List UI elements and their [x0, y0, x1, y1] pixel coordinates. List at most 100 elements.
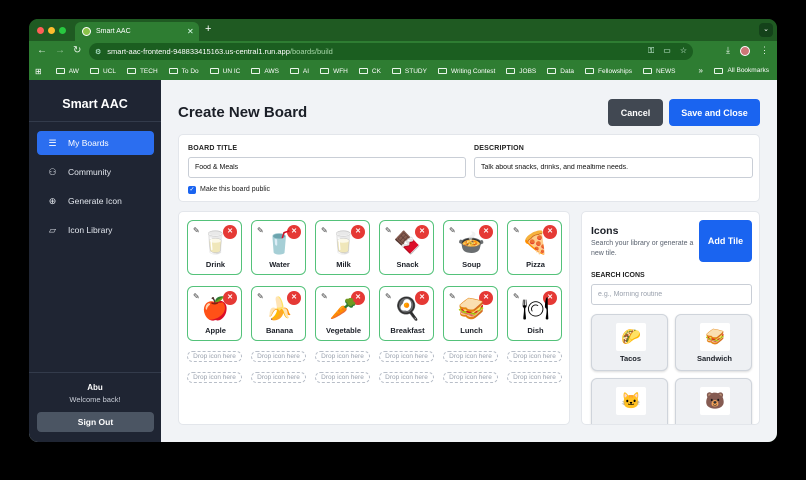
board-tile[interactable]: ✎ ✕ 🥛 Drink: [187, 220, 242, 275]
board-tile[interactable]: ✎ ✕ 🥛 Milk: [315, 220, 370, 275]
close-tab-icon[interactable]: ✕: [187, 27, 199, 36]
add-tile-button[interactable]: Add Tile: [699, 220, 752, 262]
menu-icon: ☰: [48, 137, 57, 148]
bookmark-label: JOBS: [519, 67, 537, 75]
bookmark-folder[interactable]: TECH: [126, 67, 158, 75]
bookmark-folder[interactable]: Writing Contest: [437, 68, 495, 75]
bookmarks-overflow-icon[interactable]: »: [699, 66, 703, 75]
profile-avatar-icon[interactable]: [740, 45, 750, 56]
icon-result-card[interactable]: 🌮 Tacos: [591, 314, 668, 371]
sign-out-button[interactable]: Sign Out: [37, 412, 154, 432]
sidebar-item-community[interactable]: ⚇ Community: [37, 160, 154, 184]
forward-icon[interactable]: →: [55, 45, 65, 57]
brand-title: Smart AAC: [62, 97, 128, 111]
app-body: Smart AAC ☰ My Boards ⚇ Community ⊕ Generate …: [29, 80, 777, 442]
board-tile[interactable]: ✎ ✕ 🍎 Apple: [187, 286, 242, 341]
bookmark-label: UN IC: [222, 67, 241, 75]
drop-zone[interactable]: Drop icon here: [251, 372, 306, 383]
url-path: /boards/build: [289, 47, 333, 56]
folder-icon: [642, 68, 652, 74]
drop-zone[interactable]: Drop icon here: [443, 351, 498, 362]
bookmark-folder[interactable]: Data: [547, 68, 574, 75]
close-window-button[interactable]: [37, 27, 44, 34]
bookmark-folder[interactable]: AWS: [251, 68, 279, 75]
bookmark-folder[interactable]: AW: [55, 68, 79, 75]
maximize-window-button[interactable]: [59, 27, 66, 34]
download-icon[interactable]: ⤓: [726, 45, 730, 56]
bookmarks-bar: ⊞ AW UCL TECH To Do UN IC AWS AI WFH CK STUDY Writ…: [29, 62, 777, 80]
tile-label: Water: [269, 260, 290, 269]
bookmark-label: STUDY: [404, 67, 427, 75]
drop-zone[interactable]: Drop icon here: [507, 372, 562, 383]
drop-zone[interactable]: Drop icon here: [315, 372, 370, 383]
bookmark-folder[interactable]: JOBS: [506, 68, 536, 75]
sidebar-item-generate-icon[interactable]: ⊕ Generate Icon: [37, 189, 154, 213]
back-icon[interactable]: ←: [37, 45, 47, 57]
tile-image: 🍽: [521, 296, 550, 321]
drop-zone[interactable]: Drop icon here: [187, 372, 242, 383]
drop-zone[interactable]: Drop icon here: [443, 372, 498, 383]
url-bar[interactable]: ⚙ smart-aac-frontend-948833415163.us-cen…: [89, 43, 693, 60]
folder-icon: [506, 68, 516, 74]
folder-icon: [55, 68, 65, 74]
icon-result-card[interactable]: 🐱: [591, 378, 668, 424]
save-and-close-button[interactable]: Save and Close: [669, 99, 760, 126]
all-bookmarks-label: All Bookmarks: [727, 67, 769, 74]
bookmark-folder[interactable]: NEWS: [642, 68, 675, 75]
board-tile[interactable]: ✎ ✕ 🍫 Snack: [379, 220, 434, 275]
icon-result-card[interactable]: 🥪 Sandwich: [675, 314, 752, 371]
sidebar-item-my-boards[interactable]: ☰ My Boards: [37, 131, 154, 155]
sidebar-item-label: Icon Library: [68, 225, 113, 235]
bookmark-folder[interactable]: UCL: [89, 68, 116, 75]
cancel-button[interactable]: Cancel: [608, 99, 663, 126]
bookmark-folder[interactable]: Fellowships: [585, 68, 632, 75]
folder-icon: [251, 68, 261, 74]
browser-menu-icon[interactable]: ⋮: [760, 45, 769, 56]
folder-icon: [168, 68, 178, 74]
site-info-icon[interactable]: ⚙: [95, 48, 101, 56]
board-tile[interactable]: ✎ ✕ 🍽 Dish: [507, 286, 562, 341]
board-tile[interactable]: ✎ ✕ 🥪 Lunch: [443, 286, 498, 341]
cast-icon[interactable]: ▭: [663, 46, 671, 56]
icons-panel: Icons Search your library or generate a …: [581, 211, 760, 425]
browser-tab[interactable]: Smart AAC ✕: [75, 22, 199, 41]
password-key-icon[interactable]: ⚿: [648, 46, 654, 56]
bookmark-folder[interactable]: WFH: [320, 68, 348, 75]
tile-image: 🥛: [329, 230, 358, 255]
board-tile[interactable]: ✎ ✕ 🍌 Banana: [251, 286, 306, 341]
sidebar-item-icon-library[interactable]: ▱ Icon Library: [37, 218, 154, 242]
drop-zone[interactable]: Drop icon here: [379, 372, 434, 383]
folder-icon: [358, 68, 368, 74]
board-tile[interactable]: ✎ ✕ 🥤 Water: [251, 220, 306, 275]
bookmark-folder[interactable]: To Do: [168, 68, 199, 75]
drop-zone[interactable]: Drop icon here: [379, 351, 434, 362]
board-tile[interactable]: ✎ ✕ 🍲 Soup: [443, 220, 498, 275]
bookmark-folder[interactable]: AI: [289, 68, 309, 75]
bookmark-star-icon[interactable]: ☆: [680, 46, 687, 56]
new-tab-icon[interactable]: +: [205, 23, 211, 35]
board-tile[interactable]: ✎ ✕ 🍕 Pizza: [507, 220, 562, 275]
minimize-window-button[interactable]: [48, 27, 55, 34]
drop-zone[interactable]: Drop icon here: [315, 351, 370, 362]
apps-grid-icon[interactable]: ⊞: [35, 67, 42, 76]
board-title-input[interactable]: [188, 157, 466, 178]
drop-zone[interactable]: Drop icon here: [187, 351, 242, 362]
all-bookmarks[interactable]: All Bookmarks: [714, 67, 769, 74]
bookmark-folder[interactable]: STUDY: [391, 67, 427, 75]
icons-panel-subtitle: Search your library or generate a new ti…: [591, 240, 694, 257]
bookmark-folder[interactable]: UN IC: [209, 67, 241, 75]
board-tile[interactable]: ✎ ✕ 🥕 Vegetable: [315, 286, 370, 341]
description-input[interactable]: [474, 157, 753, 178]
icon-result-card[interactable]: 🐻: [675, 378, 752, 424]
search-icons-input[interactable]: [591, 284, 752, 305]
drop-zone[interactable]: Drop icon here: [507, 351, 562, 362]
tab-search-icon[interactable]: ⌄: [759, 23, 773, 37]
drop-zone[interactable]: Drop icon here: [251, 351, 306, 362]
bookmark-folder[interactable]: CK: [358, 68, 381, 75]
icon-thumbnail: 🐱: [616, 387, 646, 415]
bookmark-label: TECH: [139, 67, 158, 75]
board-tile[interactable]: ✎ ✕ 🍳 Breakfast: [379, 286, 434, 341]
reload-icon[interactable]: ↻: [73, 45, 81, 57]
tile-label: Dish: [527, 326, 544, 335]
public-checkbox[interactable]: ✓: [188, 186, 196, 194]
